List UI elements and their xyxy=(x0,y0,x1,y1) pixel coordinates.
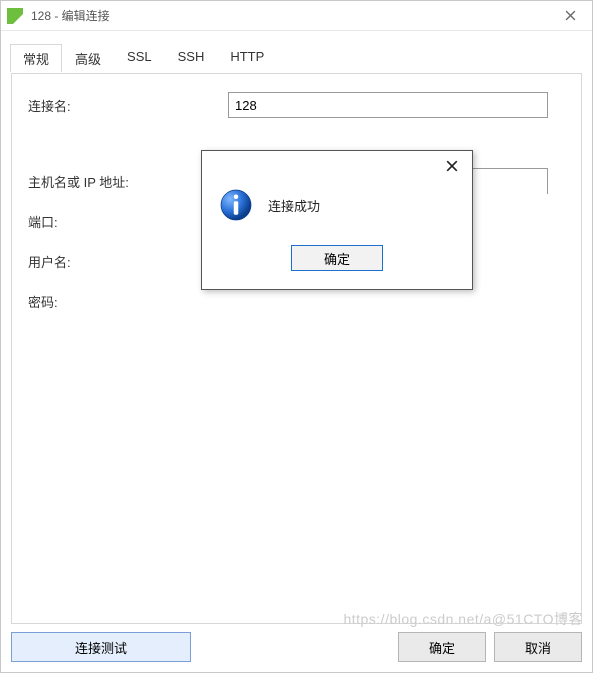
ok-button[interactable]: 确定 xyxy=(398,632,486,662)
tab-advanced[interactable]: 高级 xyxy=(62,44,114,72)
connection-name-label: 连接名: xyxy=(28,96,228,115)
button-label: 取消 xyxy=(525,638,551,657)
info-icon xyxy=(218,187,254,223)
button-label: 确定 xyxy=(324,249,350,268)
titlebar: 128 - 编辑连接 xyxy=(1,1,592,31)
connection-name-input[interactable] xyxy=(228,92,548,118)
username-label: 用户名: xyxy=(28,252,228,271)
dialog-message: 连接成功 xyxy=(268,196,320,215)
dialog-titlebar xyxy=(202,151,472,181)
message-dialog: 连接成功 确定 xyxy=(201,150,473,290)
window-close-button[interactable] xyxy=(548,2,592,30)
window-title: 128 - 编辑连接 xyxy=(31,7,548,24)
client-area: 常规 高级 SSL SSH HTTP 连接名: 主机名或 IP 地址: xyxy=(1,31,592,672)
tab-label: 高级 xyxy=(75,52,101,67)
cancel-button[interactable]: 取消 xyxy=(494,632,582,662)
tab-general[interactable]: 常规 xyxy=(10,44,62,72)
dialog-ok-button[interactable]: 确定 xyxy=(291,245,383,271)
close-icon xyxy=(446,160,458,172)
close-icon xyxy=(565,10,576,21)
button-label: 确定 xyxy=(429,638,455,657)
password-label: 密码: xyxy=(28,292,228,311)
tab-label: HTTP xyxy=(230,49,264,64)
button-bar: 连接测试 确定 取消 xyxy=(1,624,592,672)
button-label: 连接测试 xyxy=(75,638,127,657)
port-label: 端口: xyxy=(28,212,228,231)
tab-label: 常规 xyxy=(23,52,49,67)
tab-strip: 常规 高级 SSL SSH HTTP xyxy=(10,44,582,72)
tab-ssh[interactable]: SSH xyxy=(165,44,218,72)
dialog-close-button[interactable] xyxy=(440,154,464,178)
tab-label: SSL xyxy=(127,49,152,64)
host-label: 主机名或 IP 地址: xyxy=(28,172,228,191)
tab-ssl[interactable]: SSL xyxy=(114,44,165,72)
edit-connection-window: 128 - 编辑连接 常规 高级 SSL SSH HTTP 连接名: xyxy=(0,0,593,673)
tab-label: SSH xyxy=(178,49,205,64)
tab-http[interactable]: HTTP xyxy=(217,44,277,72)
test-connection-button[interactable]: 连接测试 xyxy=(11,632,191,662)
app-icon xyxy=(7,8,23,24)
